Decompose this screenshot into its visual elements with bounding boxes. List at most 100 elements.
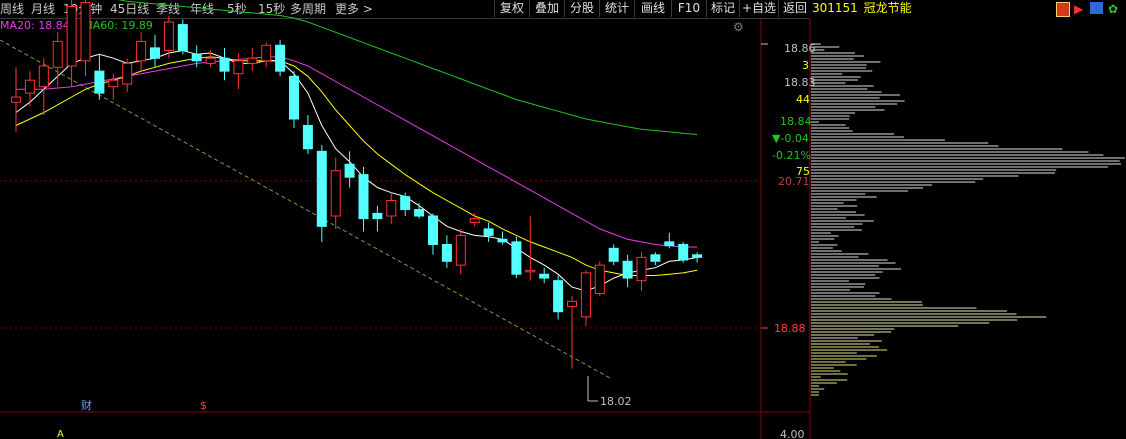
- candle-up: [261, 44, 272, 62]
- statistics-button[interactable]: 统计: [599, 0, 634, 17]
- candle-down: [650, 254, 661, 262]
- top-toolbar: 周线 月线 10分钟 45日线 季线 年线 5秒 15秒 多周期 更多 > 复权…: [0, 0, 810, 19]
- candle-down: [511, 241, 522, 275]
- period-15sec[interactable]: 15秒: [258, 1, 285, 17]
- candle-down: [177, 24, 188, 51]
- candles: [11, 0, 703, 369]
- candle-down: [441, 243, 452, 262]
- axis-tick: 20.71: [778, 175, 810, 188]
- candle-down: [372, 212, 383, 220]
- candle-down: [358, 174, 369, 220]
- axis-tick: 18.86: [784, 42, 816, 55]
- ma20-legend: MA20: 18.84: [0, 19, 70, 32]
- axis-tick: 4.00: [780, 428, 805, 439]
- period-45day[interactable]: 45日线: [110, 1, 149, 17]
- period-more[interactable]: 更多 >: [335, 1, 373, 17]
- candle-up: [525, 269, 536, 273]
- candle-up: [469, 218, 480, 223]
- candle-up: [52, 40, 63, 68]
- candle-up: [455, 234, 466, 266]
- back-button[interactable]: 返回: [778, 0, 811, 17]
- ma-legend: MA20: 18.84 MA60: 19.89: [0, 19, 153, 33]
- stock-name: 冠龙节能: [863, 1, 912, 15]
- volume-profile: [811, 43, 1125, 396]
- ma20-line: [16, 56, 698, 248]
- candle-up: [108, 79, 119, 88]
- period-5sec[interactable]: 5秒: [227, 1, 247, 17]
- low-price-label: 18.02: [600, 395, 632, 408]
- candle-up: [205, 57, 216, 64]
- ma10-line: [15, 56, 698, 276]
- f10-button[interactable]: F10: [671, 0, 706, 17]
- period-quarter[interactable]: 季线: [156, 1, 180, 17]
- candle-up: [38, 65, 49, 88]
- axis-tick: ▼-0.04: [772, 132, 809, 145]
- current-price-label: 18.88: [774, 322, 806, 335]
- candle-down: [622, 260, 633, 279]
- candle-down: [289, 75, 299, 120]
- period-10min[interactable]: 10分钟: [63, 1, 102, 17]
- candle-down: [344, 163, 355, 178]
- info-icon[interactable]: [1090, 2, 1103, 14]
- candle-up: [122, 62, 133, 85]
- axis-tick: 18.83: [784, 76, 816, 89]
- stock-title-bar: 301151 冠龙节能 ▶ ✿: [812, 0, 1126, 18]
- mark-button[interactable]: 标记: [706, 0, 739, 17]
- axis-tick: 75: [796, 165, 810, 178]
- gear-icon[interactable]: ⚙: [733, 20, 744, 34]
- candle-down: [483, 228, 494, 236]
- kline-chart: 18.02 财 $ A 18.86 3 18.83 44 18.84 ▼-0.0…: [0, 0, 1125, 439]
- candle-up: [233, 60, 244, 75]
- candle-up: [247, 57, 258, 64]
- candle-down: [539, 273, 550, 279]
- period-month[interactable]: 月线: [31, 1, 55, 17]
- ma60-legend: MA60: 19.89: [83, 19, 153, 32]
- stock-code: 301151: [812, 1, 858, 15]
- candle-up: [580, 272, 591, 318]
- ma5-path: [15, 49, 698, 292]
- add-watchlist-button[interactable]: +自选: [739, 0, 778, 17]
- candle-down: [316, 150, 327, 227]
- candle-up: [636, 256, 647, 282]
- candle-down: [275, 44, 286, 72]
- ma20-path: [16, 56, 698, 248]
- candle-down: [94, 70, 105, 94]
- candle-down: [553, 280, 564, 313]
- split-stock-button[interactable]: 分股: [564, 0, 599, 17]
- candle-up: [163, 21, 174, 51]
- period-multi[interactable]: 多周期: [290, 1, 326, 17]
- candle-down: [692, 254, 703, 258]
- candle-up: [24, 79, 35, 94]
- candle-up: [136, 40, 147, 62]
- candle-down: [219, 57, 230, 72]
- report-icon[interactable]: [1056, 2, 1070, 17]
- axis-tick: 3: [802, 59, 809, 72]
- candle-down: [150, 47, 160, 59]
- candle-down: [414, 209, 425, 217]
- axis-tick: 18.84: [780, 115, 812, 128]
- ma5-line: [15, 49, 698, 292]
- candle-down: [678, 243, 689, 261]
- candle-down: [302, 124, 313, 150]
- finance-marker[interactable]: 财: [81, 398, 92, 412]
- triangle-marker: A: [57, 429, 64, 439]
- axis-tick: 44: [796, 93, 810, 106]
- candle-down: [608, 247, 619, 262]
- draw-line-button[interactable]: 画线: [634, 0, 671, 17]
- dividend-marker[interactable]: $: [200, 399, 207, 412]
- candle-up: [330, 170, 341, 217]
- candle-up: [567, 300, 577, 308]
- fuquan-button[interactable]: 复权: [494, 0, 529, 17]
- period-week[interactable]: 周线: [0, 1, 24, 17]
- settings-icon[interactable]: ✿: [1108, 1, 1118, 18]
- candle-down: [400, 196, 411, 211]
- candle-down: [497, 238, 508, 243]
- flag-icon[interactable]: ▶: [1074, 1, 1083, 18]
- candle-down: [191, 53, 202, 62]
- candle-down: [428, 215, 438, 245]
- overlay-button[interactable]: 叠加: [529, 0, 564, 17]
- axis-tick: -0.21%: [772, 149, 811, 162]
- period-year[interactable]: 年线: [190, 1, 214, 17]
- candle-up: [386, 199, 397, 217]
- candle-up: [11, 96, 21, 103]
